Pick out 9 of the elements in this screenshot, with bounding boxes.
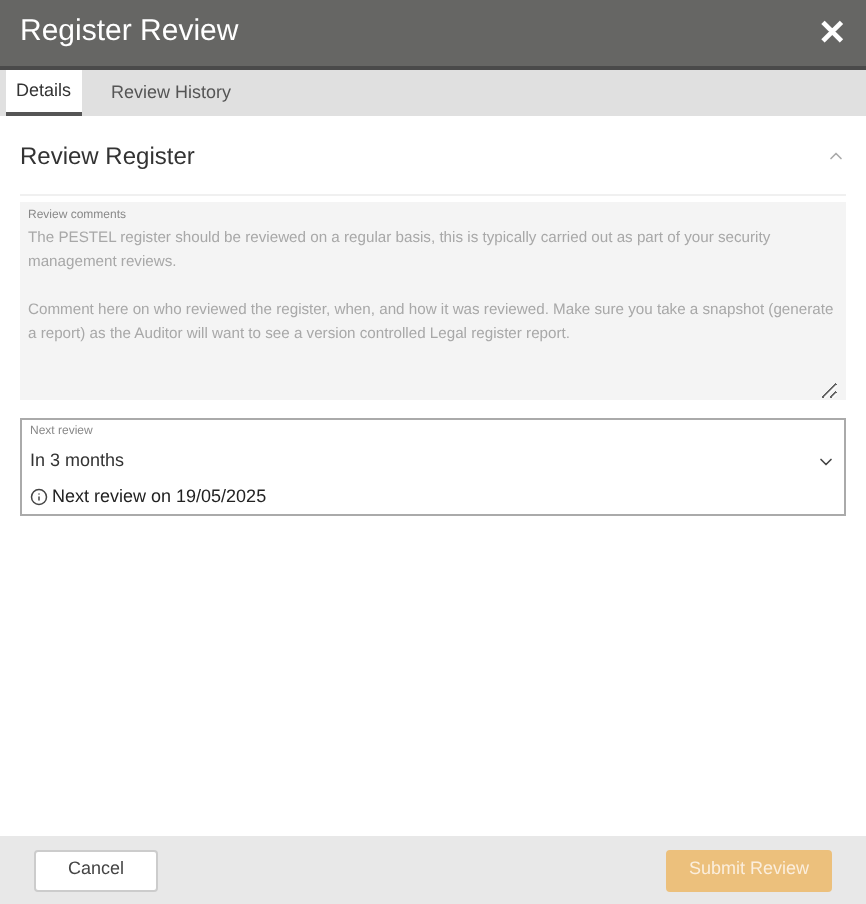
section-title: Review Register xyxy=(20,139,195,173)
window-title: Register Review xyxy=(20,12,239,53)
close-button[interactable]: ✕ xyxy=(818,16,846,50)
select-value: In 3 months xyxy=(30,448,125,474)
info-icon xyxy=(30,487,48,506)
tab[interactable]: Details xyxy=(6,70,82,116)
hint-text: Next review on 19/05/2025 xyxy=(52,483,267,509)
tab[interactable]: Review History xyxy=(87,70,256,116)
cancel-button[interactable]: Cancel xyxy=(34,849,158,891)
